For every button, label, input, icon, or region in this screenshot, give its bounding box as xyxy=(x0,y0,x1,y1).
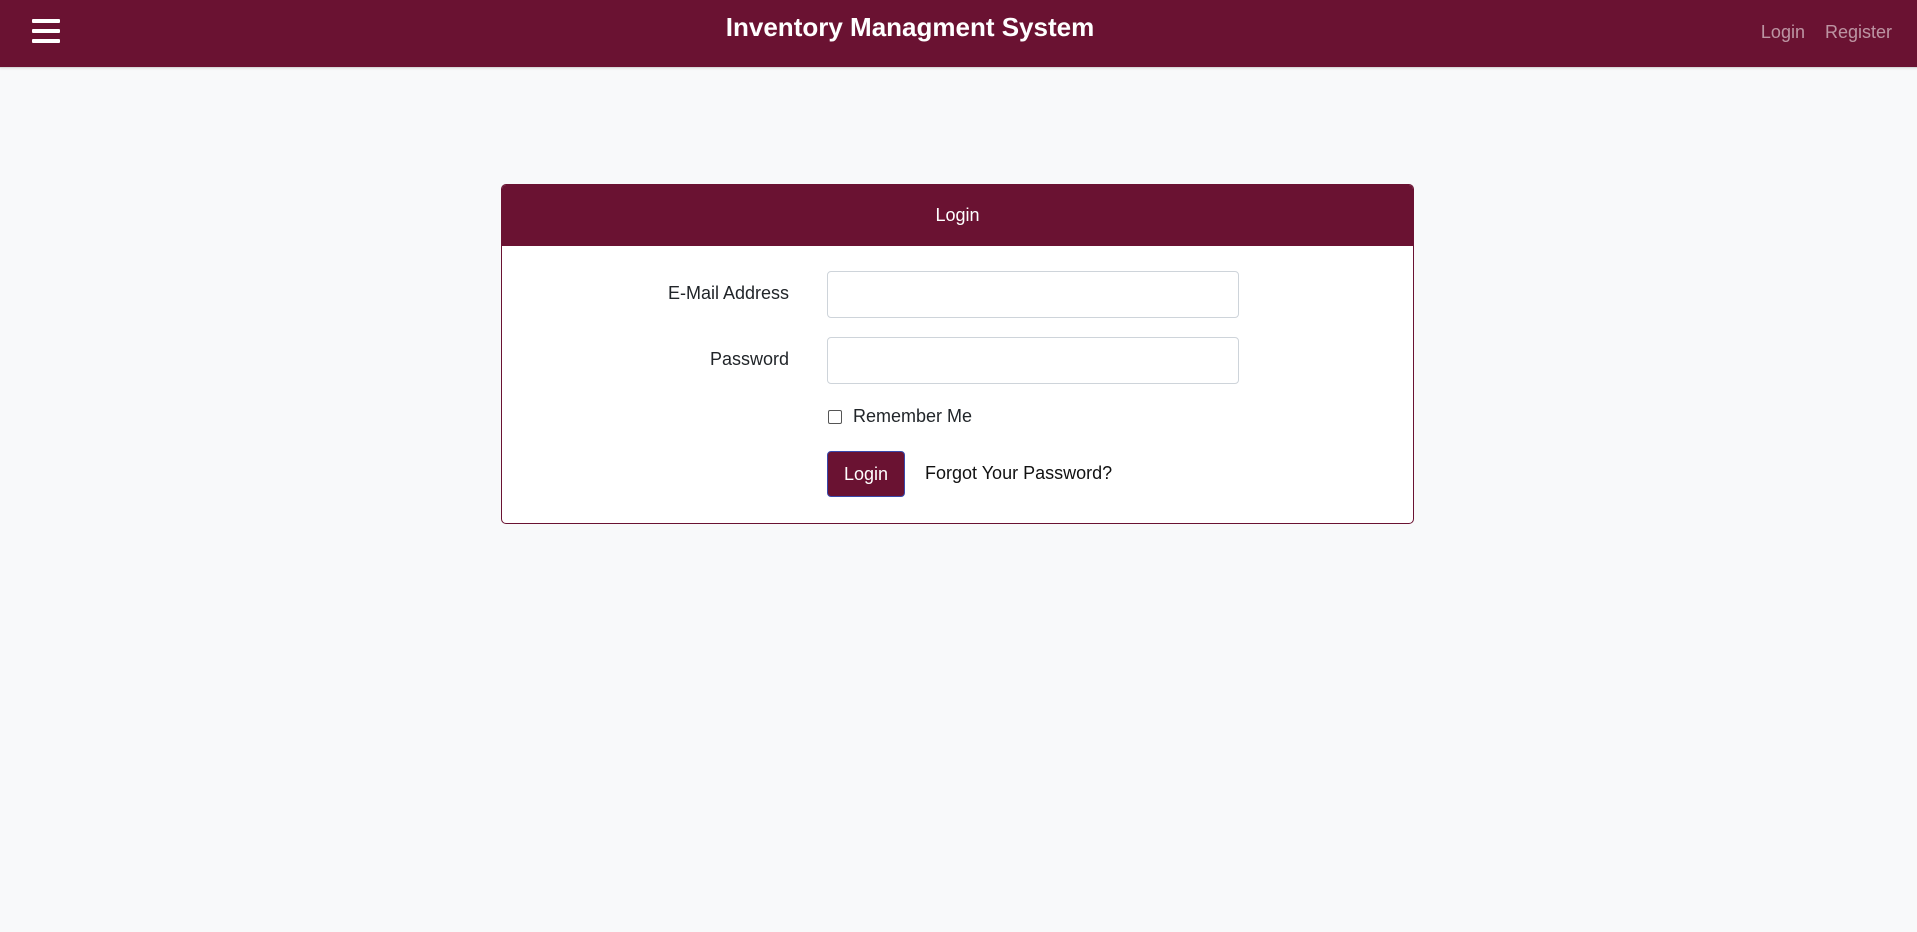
app-title: Inventory Managment System xyxy=(725,12,1095,42)
email-label: E-Mail Address xyxy=(667,283,789,303)
nav-login-link[interactable]: Login xyxy=(1761,20,1805,44)
password-field[interactable] xyxy=(827,337,1239,384)
forgot-password-link[interactable]: Forgot Your Password? xyxy=(925,463,1112,484)
top-navbar: Inventory Managment System Login Registe… xyxy=(0,0,1917,68)
password-label: Password xyxy=(709,349,789,369)
nav-register-link[interactable]: Register xyxy=(1825,20,1892,44)
login-submit-button[interactable]: Login xyxy=(827,451,905,497)
login-card: Login E-Mail Address Password Remember M… xyxy=(501,184,1414,524)
remember-me-checkbox[interactable] xyxy=(828,410,842,424)
login-card-header: Login xyxy=(502,185,1413,246)
remember-me-label[interactable]: Remember Me xyxy=(853,406,972,427)
nav-links: Login Register xyxy=(1761,20,1892,44)
email-field[interactable] xyxy=(827,271,1239,318)
